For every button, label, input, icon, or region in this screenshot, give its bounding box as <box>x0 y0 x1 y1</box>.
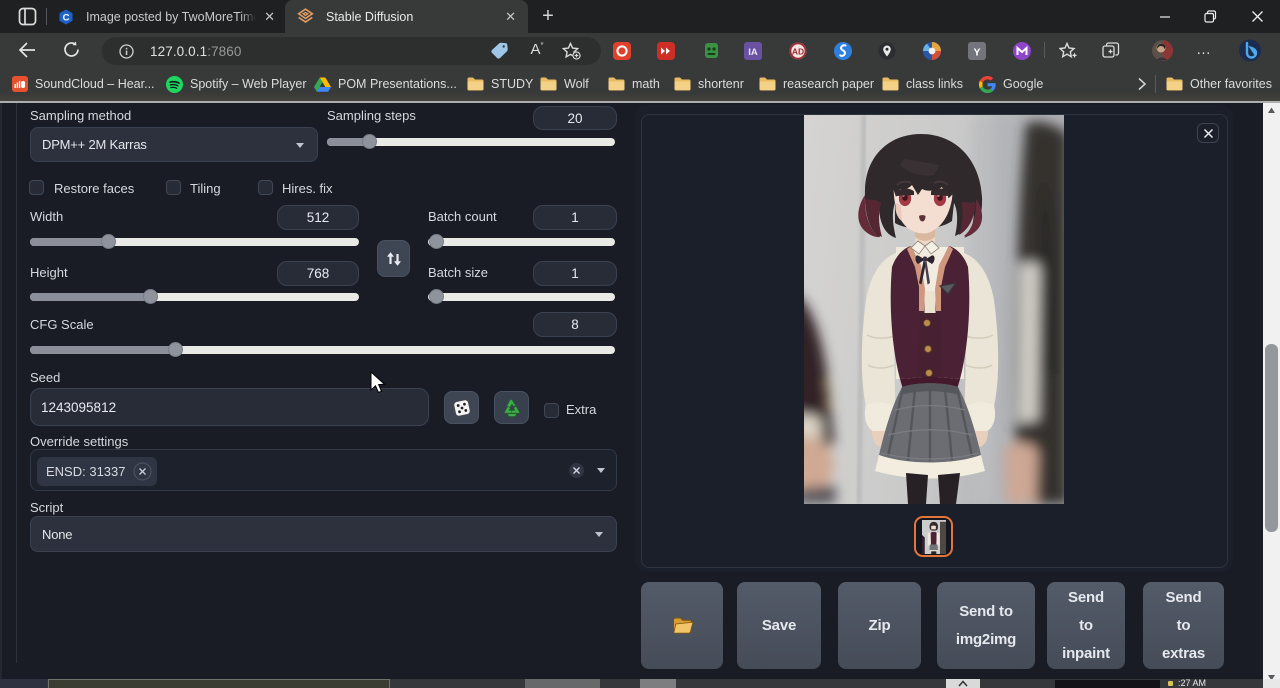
svg-text:AD: AD <box>792 47 804 57</box>
svg-text:IA: IA <box>748 47 758 58</box>
svg-text:Y: Y <box>973 47 980 59</box>
svg-text:C: C <box>63 12 70 23</box>
